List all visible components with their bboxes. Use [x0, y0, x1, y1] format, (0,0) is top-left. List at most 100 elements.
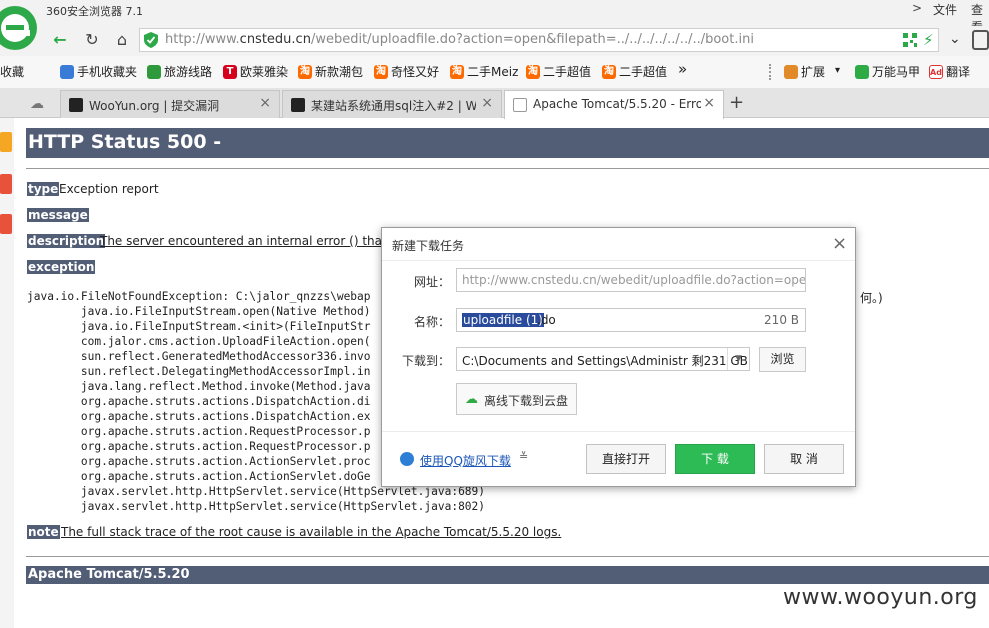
- bookmarks-divider: [769, 64, 771, 80]
- phone-icon: [60, 64, 74, 79]
- error-heading: HTTP Status 500 -: [26, 128, 989, 158]
- save-path-value: C:\Documents and Settings\Administr 剩231…: [462, 354, 748, 368]
- dialog-title: 新建下载任务: [392, 239, 465, 253]
- taobao-icon: 淘: [374, 64, 388, 79]
- new-tab-button[interactable]: +: [729, 92, 744, 113]
- lightning-icon[interactable]: ⚡: [923, 31, 934, 49]
- wanneng-button[interactable]: 万能马甲: [855, 63, 920, 80]
- bookmark-label: 收藏: [0, 65, 25, 79]
- download-url-field[interactable]: http://www.cnstedu.cn/webedit/uploadfile…: [456, 268, 806, 292]
- bookmark-used-1[interactable]: 淘二手超值: [526, 63, 591, 80]
- name-label: 名称：: [414, 315, 451, 329]
- address-bar[interactable]: http://www.cnstedu.cn/webedit/uploadfile…: [139, 28, 939, 52]
- file-extension: .do: [537, 313, 556, 327]
- bookmark-label: 二手Meiz: [467, 65, 519, 79]
- chevron-down-icon[interactable]: ⌄: [949, 31, 961, 47]
- bookmark-label: 新款潮包: [315, 65, 364, 79]
- grid-icon: [784, 64, 798, 79]
- note-text: The full stack trace of the root cause i…: [61, 525, 562, 539]
- extensions-dropdown-icon[interactable]: ▾: [835, 65, 840, 76]
- divider: [382, 260, 855, 261]
- qq-download-link[interactable]: 使用QQ旋风下载: [420, 452, 511, 469]
- cloud-download-button[interactable]: ☁ 离线下载到云盘: [456, 383, 577, 415]
- bookmark-loreal[interactable]: T 欧莱雅染: [223, 63, 288, 80]
- home-button[interactable]: ⌂: [110, 29, 134, 51]
- close-tab-icon[interactable]: ×: [703, 95, 715, 111]
- app-title: 360安全浏览器 7.1: [46, 5, 143, 18]
- taobao-icon: 淘: [298, 64, 312, 79]
- star-icon[interactable]: [0, 132, 12, 152]
- bookmark-used-2[interactable]: 淘二手超值: [602, 63, 667, 80]
- save-to-label: 下载到：: [402, 354, 451, 368]
- download-dialog: 新建下载任务 × 网址： http://www.cnstedu.cn/webed…: [381, 227, 856, 487]
- bookmark-travel[interactable]: 旅游线路: [147, 63, 212, 80]
- bookmark-label: 手机收藏夹: [77, 65, 138, 79]
- note-icon[interactable]: [0, 214, 12, 234]
- bookmark-label: 旅游线路: [164, 65, 213, 79]
- chevron-right-icon[interactable]: >: [912, 1, 922, 15]
- bookmarks-bar: 收藏 手机收藏夹 旅游线路 T 欧莱雅染 淘新款潮包 淘奇怪又好 淘二手Meiz …: [0, 56, 989, 88]
- url-text[interactable]: http://www.cnstedu.cn/webedit/uploadfile…: [165, 32, 754, 47]
- note-label: note: [27, 525, 60, 539]
- back-button[interactable]: ←: [48, 29, 72, 51]
- cloud-download-label: 离线下载到云盘: [484, 394, 569, 408]
- tab-title: 某建站系统通用sql注入#2 | W: [311, 99, 476, 113]
- cloud-icon[interactable]: ☁: [30, 96, 44, 112]
- file-size: 210 B: [764, 313, 799, 327]
- dropdown-arrow-icon[interactable]: ▼: [727, 348, 749, 370]
- refresh-button[interactable]: ↻: [80, 29, 104, 51]
- wooyun-favicon-icon: [69, 98, 83, 112]
- bookmark-label: 欧莱雅染: [240, 65, 289, 79]
- tab-sql-injection[interactable]: 某建站系统通用sql注入#2 | W ×: [282, 90, 502, 118]
- divider: [26, 168, 989, 169]
- bookmark-odd[interactable]: 淘奇怪又好: [374, 63, 439, 80]
- download-button[interactable]: 下 载: [675, 444, 755, 474]
- sidebar: [0, 118, 14, 628]
- cancel-button[interactable]: 取 消: [764, 444, 844, 474]
- close-tab-icon[interactable]: ×: [259, 95, 271, 111]
- horse-icon: [855, 64, 869, 79]
- exception-label: exception: [27, 260, 96, 274]
- qr-code-icon[interactable]: [903, 33, 917, 47]
- extensions-button[interactable]: 扩展: [784, 63, 825, 80]
- cloud-icon: ☁: [465, 392, 478, 407]
- bookmark-favorites[interactable]: 收藏: [0, 63, 24, 80]
- wanneng-label: 万能马甲: [872, 65, 921, 79]
- browser-logo-icon: [0, 6, 37, 50]
- tab-wooyun[interactable]: WooYun.org | 提交漏洞 ×: [60, 90, 280, 118]
- shield-icon: [144, 32, 158, 48]
- sidebar-toggle-icon[interactable]: [972, 30, 989, 50]
- open-directly-button[interactable]: 直接打开: [586, 444, 666, 474]
- tab-tomcat-error[interactable]: Apache Tomcat/5.5.20 - Error ×: [504, 90, 724, 119]
- tab-title: Apache Tomcat/5.5.20 - Error: [533, 97, 701, 111]
- menu-file[interactable]: 文件: [933, 1, 957, 18]
- close-icon[interactable]: ×: [832, 233, 847, 254]
- bookmark-mobile[interactable]: 手机收藏夹: [60, 63, 137, 80]
- taobao-icon: 淘: [450, 64, 464, 79]
- close-tab-icon[interactable]: ×: [481, 95, 493, 111]
- bookmark-label: 二手超值: [619, 65, 668, 79]
- translate-label: 翻译: [946, 65, 971, 79]
- taobao-icon: 淘: [602, 64, 616, 79]
- stack-trace-tail: 何。): [860, 291, 883, 305]
- bookmark-bags[interactable]: 淘新款潮包: [298, 63, 363, 80]
- file-name-field[interactable]: uploadfile (1) .do 210 B: [456, 308, 806, 332]
- qq-whirlwind-icon: [400, 452, 414, 466]
- type-text: Exception report: [59, 182, 159, 196]
- dialog-header: 新建下载任务 ×: [382, 228, 855, 260]
- tab-title: WooYun.org | 提交漏洞: [89, 99, 220, 113]
- type-label: type: [27, 182, 60, 196]
- page-icon: [513, 98, 527, 112]
- save-path-select[interactable]: C:\Documents and Settings\Administr 剩231…: [456, 347, 750, 371]
- translate-button[interactable]: Ad 翻译: [929, 63, 970, 80]
- server-footer: Apache Tomcat/5.5.20: [26, 566, 989, 584]
- browse-button[interactable]: 浏览: [759, 347, 806, 372]
- divider: [382, 431, 855, 432]
- divider: [26, 556, 989, 557]
- file-name-selected: uploadfile (1): [462, 313, 544, 327]
- weibo-icon[interactable]: [0, 174, 12, 194]
- bookmarks-overflow-button[interactable]: »: [678, 60, 687, 78]
- bookmark-meizu[interactable]: 淘二手Meiz: [450, 63, 518, 80]
- description-text: The server encountered an internal error…: [100, 234, 404, 248]
- expand-icon[interactable]: ≚: [519, 450, 528, 463]
